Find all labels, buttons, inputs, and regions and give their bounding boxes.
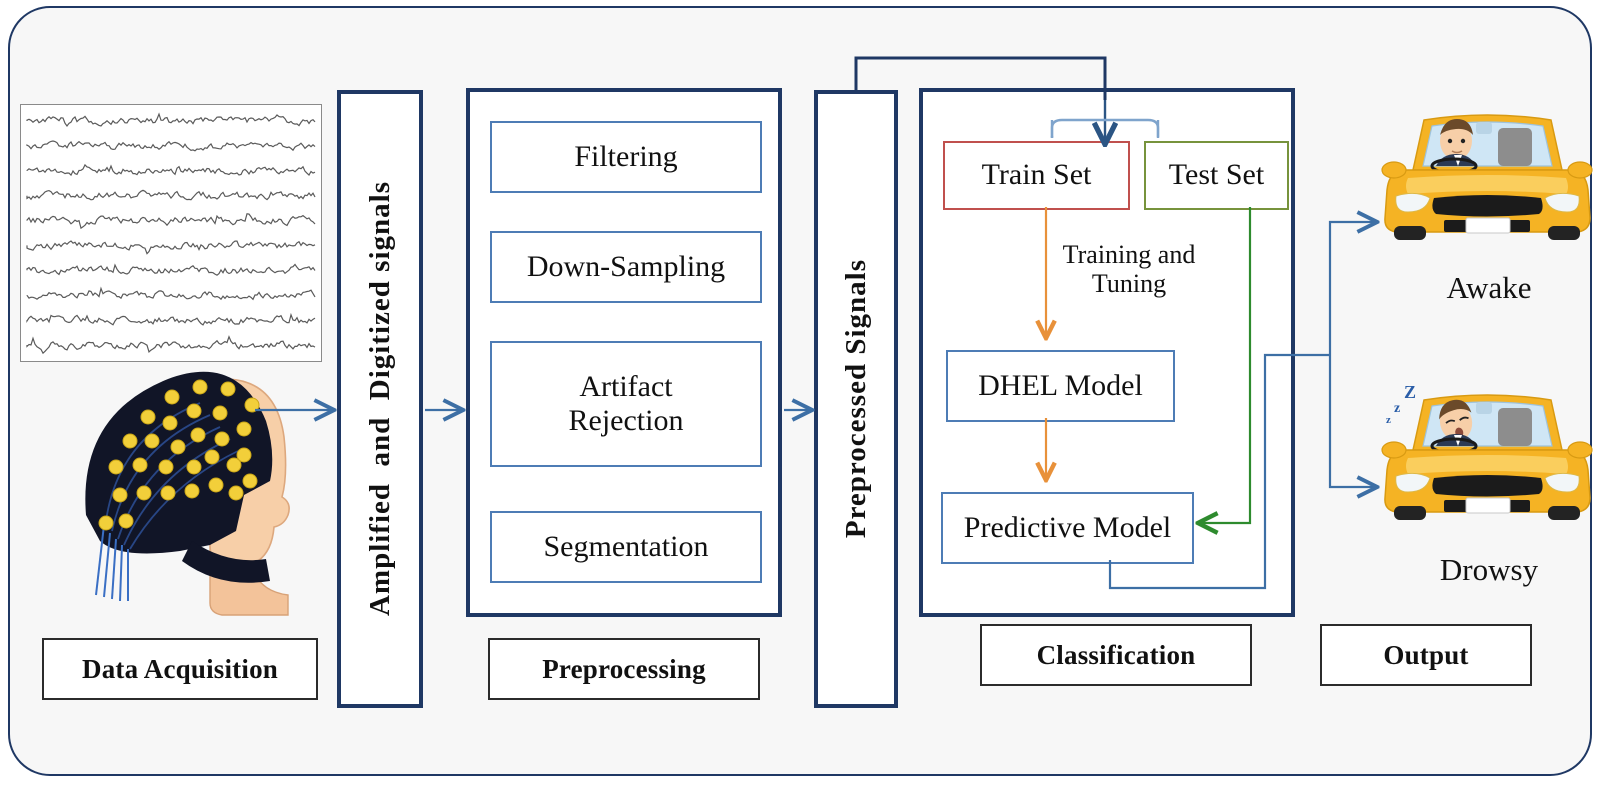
svg-text:z: z xyxy=(1386,414,1391,426)
classification-label: Classification xyxy=(1036,639,1196,670)
preprocessing-step-label: Artifact Rejection xyxy=(568,369,684,438)
preprocessing-container: Filtering Down-Sampling Artifact Rejecti… xyxy=(466,88,782,617)
stage-label-data-acquisition: Data Acquisition xyxy=(42,638,318,700)
preprocessing-step-artifact-rejection: Artifact Rejection xyxy=(490,341,762,467)
dhel-model-label: DHEL Model xyxy=(978,368,1143,402)
preprocessing-step-label: Segmentation xyxy=(543,529,709,563)
preprocessing-step-filtering: Filtering xyxy=(490,121,762,193)
svg-text:z: z xyxy=(1394,401,1400,416)
car-drowsy-driver-icon: Z z z xyxy=(1380,378,1595,523)
train-set-box: Train Set xyxy=(943,141,1130,210)
dhel-model-box: DHEL Model xyxy=(946,350,1175,422)
data-acquisition-label: Data Acquisition xyxy=(82,653,278,684)
svg-text:Z: Z xyxy=(1404,382,1416,402)
output-label: Output xyxy=(1383,639,1469,670)
predictive-model-box: Predictive Model xyxy=(941,492,1194,564)
output-class-drowsy-label: Drowsy xyxy=(1439,552,1539,587)
stage-label-output: Output xyxy=(1320,624,1532,686)
preprocessed-signals-box: Preprocessed Signals xyxy=(814,90,898,708)
preprocessing-step-segmentation: Segmentation xyxy=(490,511,762,583)
stage-label-classification: Classification xyxy=(980,624,1252,686)
preprocessing-label: Preprocessing xyxy=(542,653,706,684)
car-awake-driver-icon xyxy=(1380,108,1595,253)
eeg-signal-traces xyxy=(20,104,322,362)
preprocessing-step-label: Down-Sampling xyxy=(526,249,726,283)
preprocessing-step-down-sampling: Down-Sampling xyxy=(490,231,762,303)
train-set-label: Train Set xyxy=(981,158,1092,192)
eeg-cap-head-icon xyxy=(60,345,340,620)
diagram-canvas: Data Acquisition Amplified and Digitized… xyxy=(0,0,1600,788)
preprocessing-step-label: Filtering xyxy=(574,139,678,173)
amplified-digitized-signals-label: Amplified and Digitized signals xyxy=(363,181,396,617)
predictive-model-label: Predictive Model xyxy=(963,510,1172,544)
output-class-awake-label: Awake xyxy=(1446,270,1532,305)
test-set-box: Test Set xyxy=(1144,141,1289,210)
test-set-label: Test Set xyxy=(1168,158,1265,192)
eeg-traces-svg xyxy=(26,112,316,355)
training-and-tuning-annotation: Training and Tuning xyxy=(1062,240,1196,299)
stage-label-preprocessing: Preprocessing xyxy=(488,638,760,700)
preprocessed-signals-label: Preprocessed Signals xyxy=(839,259,872,539)
classification-container: Train Set Test Set Training and Tuning D… xyxy=(919,88,1295,617)
amplified-digitized-signals-box: Amplified and Digitized signals xyxy=(337,90,423,708)
